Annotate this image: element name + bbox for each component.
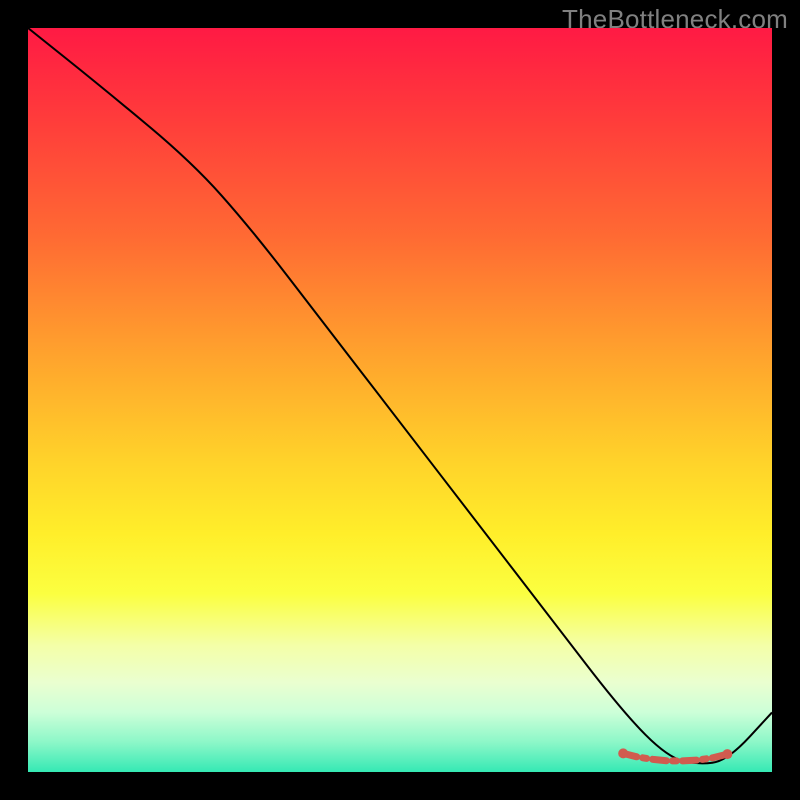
orange-end-dot: [618, 748, 628, 758]
plot-svg: [28, 28, 772, 772]
black-curve: [28, 28, 772, 763]
chart-frame: TheBottleneck.com: [0, 0, 800, 800]
plot-area: [28, 28, 772, 772]
orange-end-dot: [722, 749, 732, 759]
